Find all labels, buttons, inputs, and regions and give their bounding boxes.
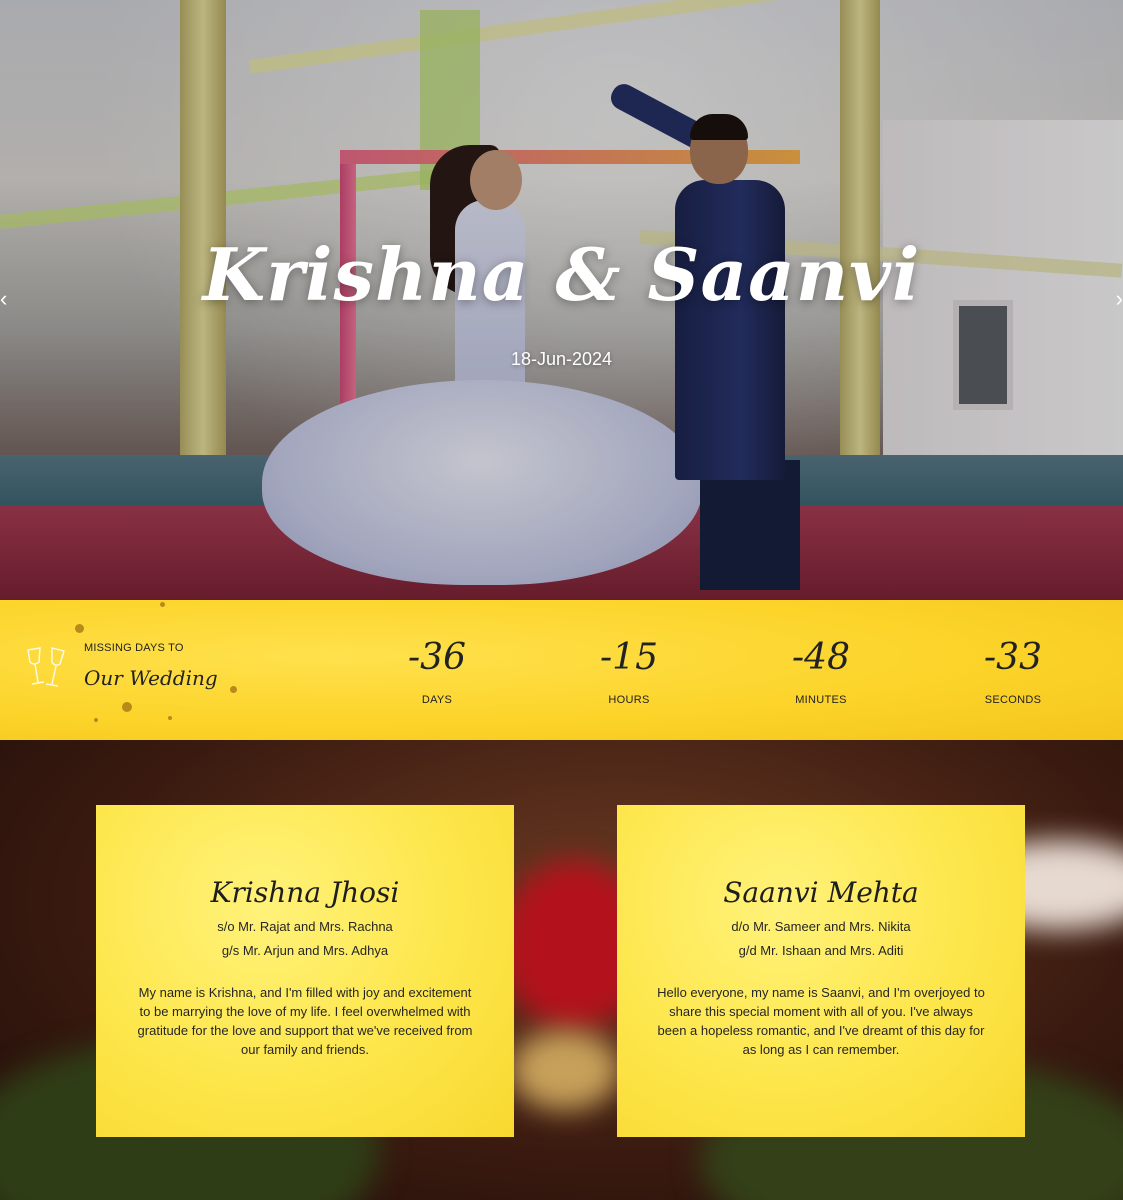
countdown-seconds: -33 SECONDS (933, 637, 1093, 707)
slider-prev-icon[interactable]: ‹ (0, 286, 14, 312)
countdown-caption: MISSING DAYS TO (84, 642, 184, 654)
hero-date: 18-Jun-2024 (510, 349, 613, 369)
hero-title: Krishna & Saanvi (202, 232, 921, 317)
countdown-hours-value: -15 (600, 637, 658, 678)
groom-name: Krishna Jhosi (210, 876, 400, 909)
champagne-glasses-icon (27, 647, 65, 687)
bride-grandparents: g/d Mr. Ishaan and Mrs. Aditi (738, 943, 904, 958)
countdown-hours: -15 HOURS (549, 637, 709, 707)
countdown-days-value: -36 (408, 637, 466, 678)
countdown-hours-label: HOURS (608, 694, 650, 706)
groom-profile-card: Krishna Jhosi s/o Mr. Rajat and Mrs. Rac… (96, 805, 514, 1137)
paint-speck (122, 702, 132, 712)
countdown-seconds-value: -33 (984, 637, 1042, 678)
slider-next-icon[interactable]: › (1109, 286, 1123, 312)
countdown-script-title: Our Wedding (84, 666, 218, 690)
paint-speck (160, 602, 165, 607)
countdown-minutes: -48 MINUTES (741, 637, 901, 707)
countdown-minutes-label: MINUTES (795, 694, 847, 706)
bride-parents: d/o Mr. Sameer and Mrs. Nikita (731, 919, 911, 934)
paint-speck (94, 718, 98, 722)
countdown-minutes-value: -48 (792, 637, 850, 678)
countdown-days-label: DAYS (421, 694, 453, 706)
countdown-seconds-label: SECONDS (984, 694, 1042, 706)
bride-profile-card: Saanvi Mehta d/o Mr. Sameer and Mrs. Nik… (617, 805, 1025, 1137)
groom-bio: My name is Krishna, and I'm filled with … (137, 985, 473, 1057)
paint-speck (75, 624, 84, 633)
paint-speck (230, 686, 237, 693)
ring-blur (510, 1030, 620, 1110)
countdown-days: -36 DAYS (357, 637, 517, 707)
groom-grandparents: g/s Mr. Arjun and Mrs. Adhya (221, 943, 389, 958)
groom-parents: s/o Mr. Rajat and Mrs. Rachna (217, 919, 393, 934)
paint-speck (168, 716, 172, 720)
bride-bio: Hello everyone, my name is Saanvi, and I… (657, 985, 985, 1057)
bride-name: Saanvi Mehta (723, 876, 919, 909)
hero-banner: Krishna & Saanvi 18-Jun-2024 ‹ › (0, 0, 1123, 600)
